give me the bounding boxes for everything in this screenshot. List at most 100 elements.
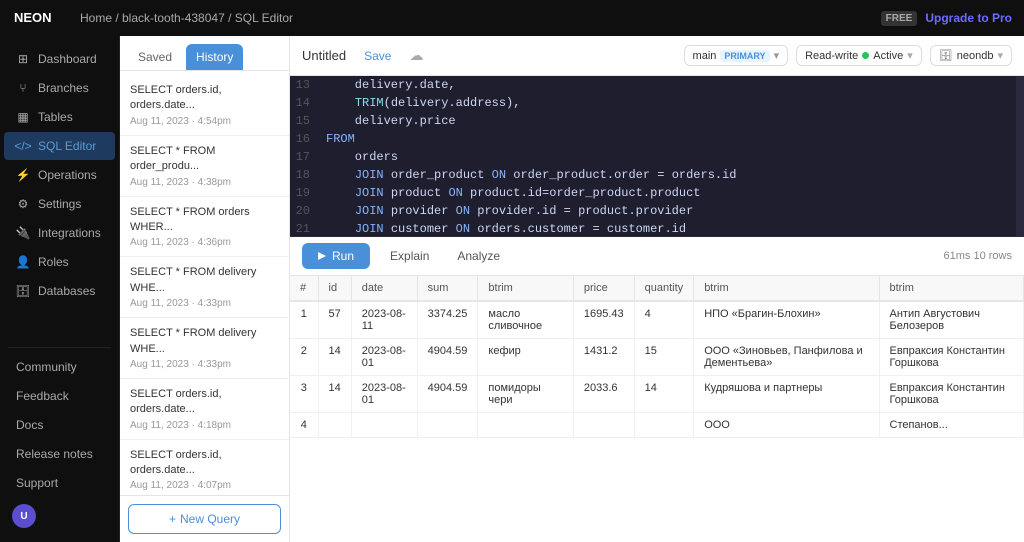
line-content: delivery.price xyxy=(322,112,1016,130)
sidebar-item-integrations[interactable]: 🔌 Integrations xyxy=(4,219,115,247)
col-header-btrim3: btrim xyxy=(879,276,1024,301)
sidebar-item-settings[interactable]: ⚙ Settings xyxy=(4,190,115,218)
row-num: 4 xyxy=(290,413,318,438)
code-line: 16 FROM xyxy=(290,130,1016,148)
list-item[interactable]: SELECT * FROM delivery WHE... Aug 11, 20… xyxy=(120,318,289,379)
new-query-label: New Query xyxy=(180,512,240,526)
list-item[interactable]: SELECT orders.id, orders.date... Aug 11,… xyxy=(120,379,289,440)
sidebar-item-dashboard[interactable]: ⊞ Dashboard xyxy=(4,45,115,73)
topbar-right: FREE Upgrade to Pro xyxy=(881,11,1012,26)
analyze-button[interactable]: Analyze xyxy=(449,245,508,267)
code-line: 14 TRIM(delivery.address), xyxy=(290,94,1016,112)
col-header-hash: # xyxy=(290,276,318,301)
cell-sum xyxy=(417,413,478,438)
sidebar-item-roles[interactable]: 👤 Roles xyxy=(4,248,115,276)
run-button[interactable]: Run xyxy=(302,243,370,269)
new-query-button[interactable]: + New Query xyxy=(128,504,281,534)
line-content: delivery.date, xyxy=(322,76,1016,94)
tab-history[interactable]: History xyxy=(186,44,243,70)
plug-icon: 🔌 xyxy=(16,226,30,240)
cell-quantity: 4 xyxy=(634,301,694,339)
cell-date xyxy=(351,413,417,438)
line-number: 17 xyxy=(290,148,322,166)
editor-scrollbar[interactable] xyxy=(1016,76,1024,236)
explain-button[interactable]: Explain xyxy=(382,245,437,267)
sidebar-item-docs[interactable]: Docs xyxy=(4,411,115,439)
sidebar-item-label: Docs xyxy=(16,418,43,432)
upgrade-button[interactable]: Upgrade to Pro xyxy=(925,11,1012,25)
svg-text:NEON: NEON xyxy=(14,10,52,25)
sidebar-item-feedback[interactable]: Feedback xyxy=(4,382,115,410)
line-number: 21 xyxy=(290,220,322,236)
results-container[interactable]: # id date sum btrim price quantity btrim… xyxy=(290,276,1024,542)
free-badge: FREE xyxy=(881,11,918,26)
gear-icon: ⚙ xyxy=(16,197,30,211)
list-item[interactable]: SELECT * FROM order_produ... Aug 11, 202… xyxy=(120,136,289,197)
list-item[interactable]: SELECT * FROM delivery WHE... Aug 11, 20… xyxy=(120,257,289,318)
line-number: 16 xyxy=(290,130,322,148)
list-item[interactable]: SELECT orders.id, orders.date... Aug 11,… xyxy=(120,440,289,495)
sidebar-item-tables[interactable]: ▦ Tables xyxy=(4,103,115,131)
cell-quantity: 14 xyxy=(634,376,694,413)
access-selector[interactable]: Read-write Active ▾ xyxy=(796,45,922,66)
database-icon: 🗄 xyxy=(939,49,953,62)
list-item[interactable]: SELECT orders.id, orders.date... Aug 11,… xyxy=(120,75,289,136)
sidebar-item-operations[interactable]: ⚡ Operations xyxy=(4,161,115,189)
list-item[interactable]: SELECT * FROM orders WHER... Aug 11, 202… xyxy=(120,197,289,258)
save-button[interactable]: Save xyxy=(354,45,401,67)
history-footer: + New Query xyxy=(120,495,289,542)
sidebar-item-community[interactable]: Community xyxy=(4,353,115,381)
col-header-id: id xyxy=(318,276,351,301)
history-item-text: SELECT orders.id, orders.date... xyxy=(130,83,279,114)
cell-date: 2023-08-01 xyxy=(351,376,417,413)
query-title: Untitled xyxy=(302,48,346,63)
sidebar-bottom: Community Feedback Docs Release notes Su… xyxy=(0,352,119,542)
code-icon: </> xyxy=(16,139,30,153)
database-selector[interactable]: 🗄 neondb ▾ xyxy=(930,45,1012,66)
tab-saved[interactable]: Saved xyxy=(128,44,182,70)
cell-btrim1: помидоры чери xyxy=(478,376,573,413)
history-item-date: Aug 11, 2023 · 4:38pm xyxy=(130,177,279,188)
history-item-date: Aug 11, 2023 · 4:36pm xyxy=(130,237,279,248)
cell-quantity xyxy=(634,413,694,438)
cell-price xyxy=(573,413,634,438)
sidebar-divider xyxy=(8,347,111,348)
history-item-date: Aug 11, 2023 · 4:07pm xyxy=(130,480,279,491)
code-line: 21 JOIN customer ON orders.customer = cu… xyxy=(290,220,1016,236)
header-row: # id date sum btrim price quantity btrim… xyxy=(290,276,1024,301)
avatar[interactable]: U xyxy=(12,504,36,528)
line-number: 18 xyxy=(290,166,322,184)
chevron-down-icon: ▾ xyxy=(997,49,1003,62)
sidebar-item-label: Feedback xyxy=(16,389,69,403)
cell-btrim3: Степанов... xyxy=(879,413,1024,438)
cell-price: 2033.6 xyxy=(573,376,634,413)
plus-icon: + xyxy=(169,512,176,526)
run-label: Run xyxy=(332,249,354,263)
cell-sum: 4904.59 xyxy=(417,339,478,376)
sidebar-item-release-notes[interactable]: Release notes xyxy=(4,440,115,468)
branch-name: main xyxy=(693,50,717,62)
grid-icon: ⊞ xyxy=(16,52,30,66)
sidebar-item-databases[interactable]: 🗄 Databases xyxy=(4,277,115,305)
table-icon: ▦ xyxy=(16,110,30,124)
sidebar-item-label: Branches xyxy=(38,81,89,95)
sidebar-item-label: Settings xyxy=(38,197,81,211)
line-content: TRIM(delivery.address), xyxy=(322,94,1016,112)
sidebar-item-support[interactable]: Support xyxy=(4,469,115,497)
history-item-date: Aug 11, 2023 · 4:33pm xyxy=(130,298,279,309)
line-number: 20 xyxy=(290,202,322,220)
sidebar-item-label: Operations xyxy=(38,168,97,182)
row-num: 3 xyxy=(290,376,318,413)
table-body: 1 57 2023-08-11 3374.25 масло сливочное … xyxy=(290,301,1024,438)
access-label: Read-write xyxy=(805,50,858,62)
sidebar-item-branches[interactable]: ⑂ Branches xyxy=(4,74,115,102)
cell-id: 57 xyxy=(318,301,351,339)
history-item-date: Aug 11, 2023 · 4:18pm xyxy=(130,420,279,431)
branch-selector[interactable]: main PRIMARY ▾ xyxy=(684,45,789,66)
code-editor[interactable]: 13 delivery.date, 14 TRIM(delivery.addre… xyxy=(290,76,1016,236)
cell-price: 1695.43 xyxy=(573,301,634,339)
cell-btrim1 xyxy=(478,413,573,438)
sidebar-item-sql-editor[interactable]: </> SQL Editor xyxy=(4,132,115,160)
sidebar-item-label: Databases xyxy=(38,284,95,298)
col-header-date: date xyxy=(351,276,417,301)
